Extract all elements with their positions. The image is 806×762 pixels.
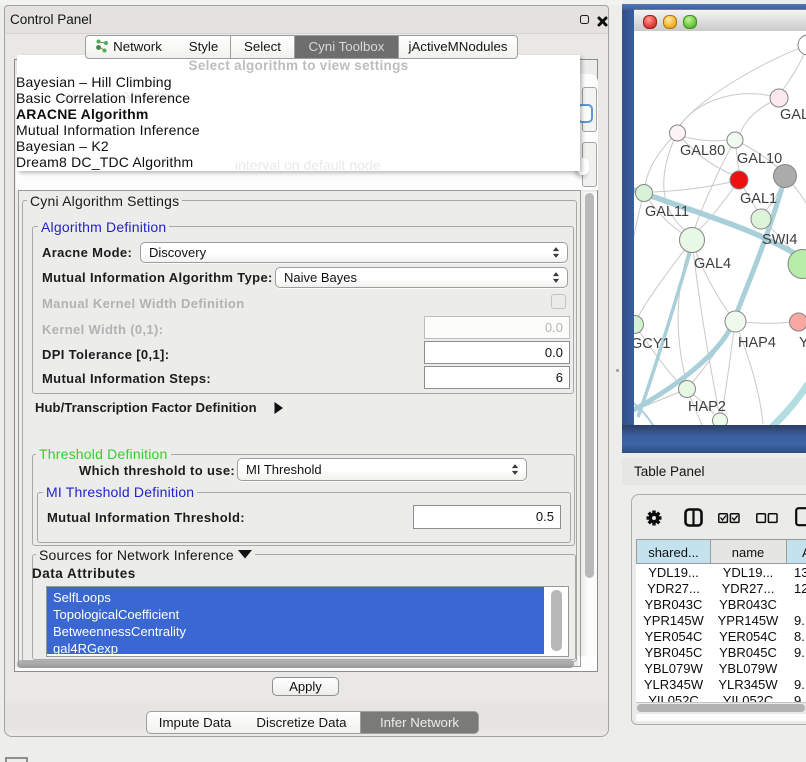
svg-text:GAL: GAL xyxy=(780,107,806,123)
svg-text:GAL10: GAL10 xyxy=(737,151,782,167)
svg-text:GAL4: GAL4 xyxy=(694,256,731,272)
svg-text:SWI4: SWI4 xyxy=(762,232,797,248)
svg-text:GAL11: GAL11 xyxy=(645,204,689,220)
svg-text:HAP4: HAP4 xyxy=(738,335,776,351)
svg-text:GAL1: GAL1 xyxy=(740,191,777,207)
svg-text:Y: Y xyxy=(799,335,806,351)
svg-text:GCY1: GCY1 xyxy=(634,336,671,352)
svg-text:GAL80: GAL80 xyxy=(680,143,725,159)
svg-text:HAP2: HAP2 xyxy=(688,399,726,415)
